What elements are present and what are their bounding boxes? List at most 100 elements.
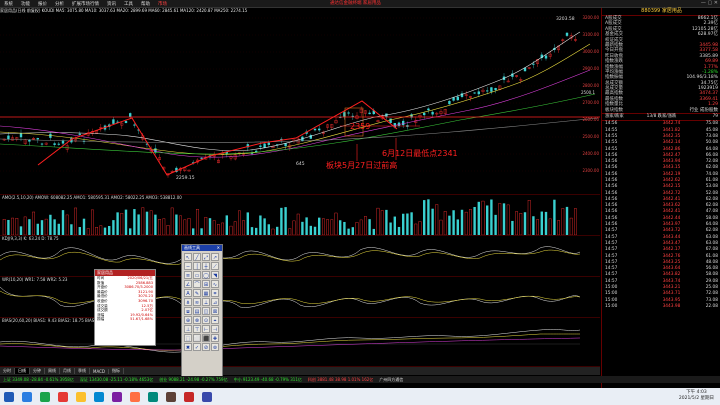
taskbar-app-icon[interactable] <box>148 391 158 402</box>
taskbar-app-icon[interactable] <box>58 391 68 402</box>
peak-label: 3203.58 <box>556 16 575 22</box>
drawing-tool-icon[interactable]: ⊗ <box>193 316 201 324</box>
drawing-tool-icon[interactable]: ∠ <box>184 280 192 288</box>
index-quote[interactable]: 创业 9088.21 -24.98 -0.27% 759亿 <box>156 377 230 383</box>
menu-item-quote[interactable]: 报价 <box>34 1 51 7</box>
menu-item-tools[interactable]: 工具 <box>120 1 137 7</box>
taskbar-app-icon[interactable] <box>40 391 50 402</box>
tab-daily[interactable]: 日线 <box>15 368 30 374</box>
drawing-tool-icon[interactable]: ⋔ <box>184 298 192 306</box>
tab-intraday[interactable]: 分时 <box>0 368 15 374</box>
drawing-tool-icon[interactable]: ⊕ <box>184 316 192 324</box>
index-quote[interactable]: 科创 3881.48 38.98 1.01% 162亿 <box>305 377 376 383</box>
low-label: 2259.15 <box>176 175 195 181</box>
menu-bar: 系统 功能 报价 分析 扩展市场行情 资讯 工具 帮助 市场 通达信金融终端 家… <box>0 0 720 8</box>
drawing-tool-icon[interactable]: ⊤ <box>193 325 201 333</box>
tab-monthly[interactable]: 月线 <box>60 368 75 374</box>
drawing-tool-icon[interactable]: ▦ <box>202 289 210 297</box>
drawing-tool-icon[interactable]: ▭ <box>193 271 201 279</box>
drawing-tool-icon[interactable]: ⊘ <box>202 343 210 351</box>
drawing-tool-icon[interactable]: ⌖ <box>211 316 219 324</box>
drawing-tool-icon[interactable]: ⧈ <box>184 307 192 315</box>
start-icon[interactable] <box>4 391 14 402</box>
taskbar-app-icon[interactable] <box>130 391 140 402</box>
index-quote[interactable]: 广州四方通信 <box>376 377 406 383</box>
taskbar-clock[interactable]: 下午 4:03 2021/5/2 星期日 <box>679 390 714 402</box>
wr-pane[interactable]: WR(10,20) WR1: 7.58 WR2: 5.23 <box>0 277 600 318</box>
drawing-tool-icon[interactable]: ┼ <box>202 262 210 270</box>
close-icon[interactable]: ✕ <box>217 245 222 251</box>
volume-pane[interactable]: AMO(2.5,10,20) AMOW: 608082.25 AMO1: 580… <box>0 195 600 236</box>
tab-minute[interactable]: 分钟 <box>30 368 45 374</box>
taskbar-app-icon[interactable] <box>202 391 212 402</box>
drawing-tool-icon[interactable]: ⬜ <box>193 334 201 342</box>
drawing-tool-icon[interactable]: ⊠ <box>211 307 219 315</box>
drawing-tool-icon[interactable]: ⬚ <box>184 334 192 342</box>
drawing-tool-icon[interactable]: ⤢ <box>202 253 210 261</box>
drawing-tool-icon[interactable]: ≋ <box>193 298 201 306</box>
menu-item-market[interactable]: 市场 <box>154 1 171 7</box>
menu-item-help[interactable]: 帮助 <box>137 1 154 7</box>
menu-item-function[interactable]: 功能 <box>17 1 34 7</box>
drawing-tool-icon[interactable]: ✚ <box>211 334 219 342</box>
taskbar-app-icon[interactable] <box>22 391 32 402</box>
palette-grid: ↖ ╱ ⤢ ↗ ─ │ ┼ ⟋ ≡ ▭ ◯ ◥ ∠ ⌒ ⊞ ∿ A ✎ ▦ ⌗ ⋔ ≋ ⟂ ⊿ ⧈ ▤ ◫ ⊠ ⊕ ⊗ ⊙ ⌖ ⊥ ⊤ ⊢ ⊣ ⬚ ⬜ ⬛ ✚… <box>182 251 222 353</box>
drawing-tool-icon[interactable]: ⌒ <box>193 280 201 288</box>
window-controls[interactable]: — ▢ ✕ <box>701 0 718 6</box>
drawing-tool-icon[interactable]: ╱ <box>193 253 201 261</box>
drawing-tool-icon[interactable]: ↖ <box>184 253 192 261</box>
ma-line-magenta <box>0 69 591 158</box>
drawing-tool-icon[interactable]: ⊞ <box>202 280 210 288</box>
tab-indicator[interactable]: 指标 <box>109 368 124 374</box>
taskbar-app-icon[interactable] <box>184 391 194 402</box>
drawing-tool-icon[interactable]: ⊿ <box>211 298 219 306</box>
drawing-tool-icon[interactable]: ≡ <box>184 271 192 279</box>
taskbar-app-icon[interactable] <box>112 391 122 402</box>
kdj-pane[interactable]: KDJ(9,3,3) K: 63.24 D: 78.75 <box>0 236 600 277</box>
info-row: 振幅 51.67/1.68% <box>97 317 153 322</box>
index-status-bar: 上证 3349.08 -28.84 -0.61% 3958亿 深证 13430.0… <box>0 376 720 383</box>
kline-pane[interactable]: 3203.58 2259.15 645 2500.1 3200.00 3100.… <box>0 14 600 195</box>
drawing-tool-icon[interactable]: ◯ <box>202 271 210 279</box>
tab-macd[interactable]: MACD <box>90 368 109 374</box>
drawing-tool-icon[interactable]: ⟂ <box>202 298 210 306</box>
drawing-tool-icon[interactable]: ⟋ <box>211 262 219 270</box>
taskbar-app-icon[interactable] <box>76 391 86 402</box>
index-quote[interactable]: 上证 3349.08 -28.84 -0.61% 3958亿 <box>0 377 77 383</box>
drawing-tool-icon[interactable]: ✓ <box>193 343 201 351</box>
drawing-tool-icon[interactable]: │ <box>193 262 201 270</box>
drawing-tool-icon[interactable]: ⊥ <box>184 325 192 333</box>
bias-pane[interactable]: BIAS(20,60,20) BIAS1: 9.43 BIAS2: 18.75 … <box>0 318 600 367</box>
wr-chart <box>0 286 580 308</box>
drawing-tool-icon[interactable]: ✎ <box>193 289 201 297</box>
kdj-chart <box>0 246 580 265</box>
annotation-2359: 2359 <box>350 122 371 131</box>
drawing-tool-icon[interactable]: ↗ <box>211 253 219 261</box>
drawing-tool-icon[interactable]: ⊣ <box>211 325 219 333</box>
tab-weekly[interactable]: 周线 <box>45 368 60 374</box>
kline-chart[interactable]: 3203.58 2259.15 645 2500.1 <box>0 14 600 194</box>
tick-row: 15:00 3443.98 22.08 <box>605 303 719 309</box>
drawing-tool-icon[interactable]: ▤ <box>193 307 201 315</box>
drawing-tool-icon[interactable]: ◥ <box>211 271 219 279</box>
taskbar-app-icon[interactable] <box>166 391 176 402</box>
menu-item-ext-market[interactable]: 扩展市场行情 <box>68 1 103 7</box>
menu-item-news[interactable]: 资讯 <box>103 1 120 7</box>
drawing-tool-icon[interactable]: A <box>184 289 192 297</box>
taskbar-app-icon[interactable] <box>94 391 104 402</box>
index-quote[interactable]: 中小 9123.49 -40.68 -0.79% 311亿 <box>231 377 305 383</box>
drawing-tool-icon[interactable]: ✖ <box>184 343 192 351</box>
drawing-tool-icon[interactable]: ⬛ <box>202 334 210 342</box>
drawing-tool-icon[interactable]: ∿ <box>211 280 219 288</box>
menu-item-analysis[interactable]: 分析 <box>51 1 68 7</box>
tab-quarterly[interactable]: 季线 <box>75 368 90 374</box>
drawing-tool-icon[interactable]: ─ <box>184 262 192 270</box>
menu-item-system[interactable]: 系统 <box>0 1 17 7</box>
drawing-tool-icon[interactable]: ⊙ <box>202 316 210 324</box>
drawing-tool-icon[interactable]: ◫ <box>202 307 210 315</box>
drawing-tool-icon[interactable]: ⊢ <box>202 325 210 333</box>
drawing-tool-icon[interactable]: ⌗ <box>211 289 219 297</box>
drawing-tool-palette: 画线工具 ✕ ↖ ╱ ⤢ ↗ ─ │ ┼ ⟋ ≡ ▭ ◯ ◥ ∠ ⌒ ⊞ ∿ A ✎ ▦ ⌗ ⋔ ≋ ⟂ ⊿ ⧈ ▤ ◫ ⊠ ⊕ ⊗ ⊙ ⌖ ⊥ ⊤… <box>181 244 223 383</box>
drawing-tool-icon[interactable]: ⊚ <box>211 343 219 351</box>
index-quote[interactable]: 深证 13430.08 -25.11 -0.18% 4653亿 <box>77 377 156 383</box>
